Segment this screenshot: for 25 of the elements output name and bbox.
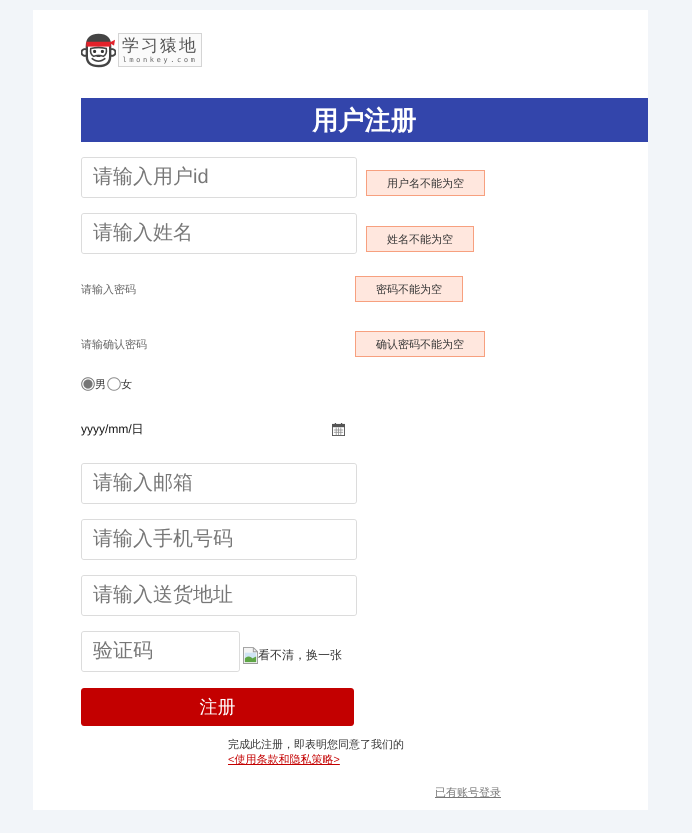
page-title: 用户注册: [312, 105, 416, 135]
input-field[interactable]: 请输入送货地址: [81, 575, 357, 616]
gender-radio-option[interactable]: 男: [81, 376, 106, 392]
input-field[interactable]: 请输入邮箱: [81, 463, 357, 504]
broken-image-icon: [243, 647, 258, 664]
terms-link[interactable]: <使用条款和隐私策略>: [228, 754, 340, 766]
login-link[interactable]: 已有账号登录: [435, 786, 501, 800]
captcha-field[interactable]: 验证码: [81, 631, 240, 672]
password-field[interactable]: 请输确认密码: [81, 337, 152, 353]
register-button[interactable]: 注册: [81, 688, 354, 726]
password-field[interactable]: 请输入密码: [81, 282, 140, 298]
input-field[interactable]: 请输入手机号码: [81, 519, 357, 560]
date-field[interactable]: yyyy/mm/日: [81, 421, 345, 437]
error-message: 确认密码不能为空: [355, 331, 485, 357]
gender-radio-option[interactable]: 女: [107, 376, 132, 392]
calendar-icon[interactable]: [332, 422, 345, 436]
agreement-text: 完成此注册，即表明您同意了我们的 <使用条款和隐私策略>: [228, 738, 405, 768]
error-message: 密码不能为空: [355, 276, 463, 302]
input-field[interactable]: 请输入姓名: [81, 213, 357, 254]
error-message: 姓名不能为空: [366, 226, 474, 252]
input-field[interactable]: 请输入用户id: [81, 157, 357, 198]
logo-title: 学习猿地: [122, 35, 198, 56]
monkey-logo-icon: [81, 32, 116, 68]
captcha-refresh-link[interactable]: 看不清，换一张: [243, 647, 342, 664]
error-message: 用户名不能为空: [366, 170, 485, 196]
